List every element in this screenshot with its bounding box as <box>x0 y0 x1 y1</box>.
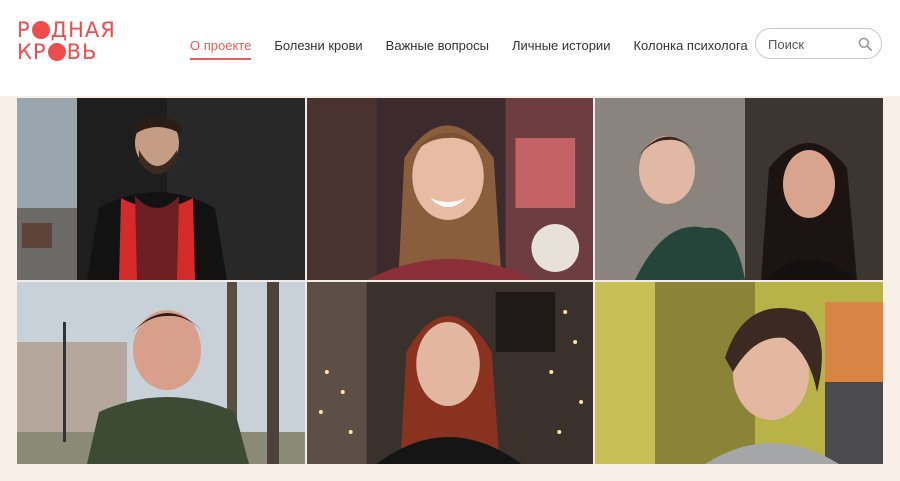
nav-item-personal-stories[interactable]: Личные истории <box>512 37 610 61</box>
logo-line-1: Р ДНАЯ <box>17 18 116 42</box>
site-header: Р ДНАЯ КР ВЬ О проекте Болезни крови Важны… <box>0 0 900 96</box>
search-icon[interactable] <box>858 37 872 51</box>
search-input[interactable] <box>768 36 858 52</box>
man-in-red-jacket-photo[interactable] <box>17 98 305 280</box>
main-nav: О проекте Болезни крови Важные вопросы Л… <box>190 37 771 61</box>
nav-item-about[interactable]: О проекте <box>190 37 252 61</box>
search-box <box>755 28 882 59</box>
man-in-park-photo[interactable] <box>17 282 305 464</box>
woman-with-lights-photo[interactable] <box>307 282 593 464</box>
nav-item-important-questions[interactable]: Важные вопросы <box>386 37 489 61</box>
woman-short-hair-photo[interactable] <box>595 282 883 464</box>
photo-grid <box>17 98 883 464</box>
site-logo[interactable]: Р ДНАЯ КР ВЬ <box>17 19 127 69</box>
two-women-photo[interactable] <box>595 98 883 280</box>
nav-item-psychologist-column[interactable]: Колонка психолога <box>633 37 747 61</box>
young-woman-smiling-photo[interactable] <box>307 98 593 280</box>
nav-item-blood-diseases[interactable]: Болезни крови <box>274 37 362 61</box>
logo-line-2: КР ВЬ <box>17 40 98 64</box>
